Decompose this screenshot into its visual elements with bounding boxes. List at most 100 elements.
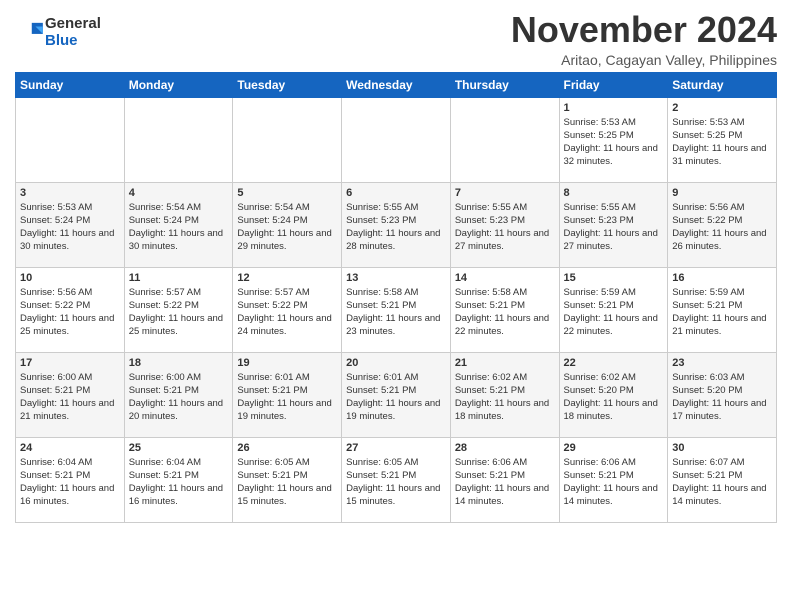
day-number: 6 xyxy=(346,187,446,199)
header-tuesday: Tuesday xyxy=(233,72,342,97)
calendar-cell: 20 Sunrise: 6:01 AMSunset: 5:21 PMDayligh… xyxy=(342,352,451,437)
day-number: 7 xyxy=(455,187,555,199)
calendar-cell: 10 Sunrise: 5:56 AMSunset: 5:22 PMDayligh… xyxy=(16,267,125,352)
cell-info: Sunrise: 5:55 AMSunset: 5:23 PMDaylight:… xyxy=(346,201,446,254)
logo-text: General Blue xyxy=(45,16,101,49)
calendar-cell xyxy=(124,97,233,182)
header-wednesday: Wednesday xyxy=(342,72,451,97)
day-number: 2 xyxy=(672,102,772,114)
header-saturday: Saturday xyxy=(668,72,777,97)
calendar-cell: 9Sunrise: 5:56 AMSunset: 5:22 PMDaylight… xyxy=(668,182,777,267)
day-number: 8 xyxy=(564,187,664,199)
logo: General Blue xyxy=(15,10,101,49)
day-number: 14 xyxy=(455,272,555,284)
day-number: 22 xyxy=(564,357,664,369)
week-row-5: 24 Sunrise: 6:04 AMSunset: 5:21 PMDayligh… xyxy=(16,437,777,522)
day-number: 18 xyxy=(129,357,229,369)
day-number: 19 xyxy=(237,357,337,369)
cell-info: Sunrise: 6:04 AMSunset: 5:21 PMDaylight:… xyxy=(129,456,229,509)
day-number: 27 xyxy=(346,442,446,454)
calendar-cell: 21Sunrise: 6:02 AMSunset: 5:21 PMDayligh… xyxy=(450,352,559,437)
day-number: 4 xyxy=(129,187,229,199)
calendar-cell: 13 Sunrise: 5:58 AMSunset: 5:21 PMDayligh… xyxy=(342,267,451,352)
calendar-cell: 11 Sunrise: 5:57 AMSunset: 5:22 PMDayligh… xyxy=(124,267,233,352)
day-number: 3 xyxy=(20,187,120,199)
day-number: 9 xyxy=(672,187,772,199)
calendar-cell: 8 Sunrise: 5:55 AMSunset: 5:23 PMDaylight… xyxy=(559,182,668,267)
header-thursday: Thursday xyxy=(450,72,559,97)
cell-info: Sunrise: 5:57 AMSunset: 5:22 PMDaylight:… xyxy=(237,286,337,339)
cell-info: Sunrise: 6:06 AMSunset: 5:21 PMDaylight:… xyxy=(455,456,555,509)
day-number: 12 xyxy=(237,272,337,284)
calendar-cell xyxy=(450,97,559,182)
cell-info: Sunrise: 5:58 AMSunset: 5:21 PMDaylight:… xyxy=(346,286,446,339)
calendar-cell: 25 Sunrise: 6:04 AMSunset: 5:21 PMDayligh… xyxy=(124,437,233,522)
calendar-cell: 29 Sunrise: 6:06 AMSunset: 5:21 PMDayligh… xyxy=(559,437,668,522)
day-number: 10 xyxy=(20,272,120,284)
day-number: 28 xyxy=(455,442,555,454)
calendar-cell: 2 Sunrise: 5:53 AMSunset: 5:25 PMDaylight… xyxy=(668,97,777,182)
day-number: 15 xyxy=(564,272,664,284)
cell-info: Sunrise: 5:55 AMSunset: 5:23 PMDaylight:… xyxy=(564,201,664,254)
week-row-1: 1Sunrise: 5:53 AMSunset: 5:25 PMDaylight… xyxy=(16,97,777,182)
calendar-cell: 27 Sunrise: 6:05 AMSunset: 5:21 PMDayligh… xyxy=(342,437,451,522)
calendar-cell: 15 Sunrise: 5:59 AMSunset: 5:21 PMDayligh… xyxy=(559,267,668,352)
calendar-cell: 7Sunrise: 5:55 AMSunset: 5:23 PMDaylight… xyxy=(450,182,559,267)
cell-info: Sunrise: 5:53 AMSunset: 5:25 PMDaylight:… xyxy=(672,116,772,169)
calendar-cell: 16 Sunrise: 5:59 AMSunset: 5:21 PMDayligh… xyxy=(668,267,777,352)
day-number: 5 xyxy=(237,187,337,199)
calendar-cell: 5Sunrise: 5:54 AMSunset: 5:24 PMDaylight… xyxy=(233,182,342,267)
cell-info: Sunrise: 6:00 AMSunset: 5:21 PMDaylight:… xyxy=(129,371,229,424)
day-number: 16 xyxy=(672,272,772,284)
subtitle: Aritao, Cagayan Valley, Philippines xyxy=(511,52,777,68)
header-row: SundayMondayTuesdayWednesdayThursdayFrid… xyxy=(16,72,777,97)
day-number: 26 xyxy=(237,442,337,454)
cell-info: Sunrise: 6:00 AMSunset: 5:21 PMDaylight:… xyxy=(20,371,120,424)
cell-info: Sunrise: 5:59 AMSunset: 5:21 PMDaylight:… xyxy=(672,286,772,339)
calendar-cell: 26 Sunrise: 6:05 AMSunset: 5:21 PMDayligh… xyxy=(233,437,342,522)
cell-info: Sunrise: 5:53 AMSunset: 5:24 PMDaylight:… xyxy=(20,201,120,254)
calendar-cell xyxy=(16,97,125,182)
day-number: 17 xyxy=(20,357,120,369)
cell-info: Sunrise: 5:56 AMSunset: 5:22 PMDaylight:… xyxy=(20,286,120,339)
calendar-cell: 22 Sunrise: 6:02 AMSunset: 5:20 PMDayligh… xyxy=(559,352,668,437)
calendar-cell: 17 Sunrise: 6:00 AMSunset: 5:21 PMDayligh… xyxy=(16,352,125,437)
cell-info: Sunrise: 6:05 AMSunset: 5:21 PMDaylight:… xyxy=(237,456,337,509)
header-sunday: Sunday xyxy=(16,72,125,97)
day-number: 20 xyxy=(346,357,446,369)
day-number: 25 xyxy=(129,442,229,454)
cell-info: Sunrise: 6:02 AMSunset: 5:21 PMDaylight:… xyxy=(455,371,555,424)
calendar-cell: 18 Sunrise: 6:00 AMSunset: 5:21 PMDayligh… xyxy=(124,352,233,437)
cell-info: Sunrise: 6:02 AMSunset: 5:20 PMDaylight:… xyxy=(564,371,664,424)
day-number: 30 xyxy=(672,442,772,454)
cell-info: Sunrise: 5:53 AMSunset: 5:25 PMDaylight:… xyxy=(564,116,664,169)
week-row-3: 10 Sunrise: 5:56 AMSunset: 5:22 PMDayligh… xyxy=(16,267,777,352)
calendar-table: SundayMondayTuesdayWednesdayThursdayFrid… xyxy=(15,72,777,523)
header-monday: Monday xyxy=(124,72,233,97)
logo-icon xyxy=(15,21,43,45)
day-number: 11 xyxy=(129,272,229,284)
day-number: 23 xyxy=(672,357,772,369)
week-row-4: 17 Sunrise: 6:00 AMSunset: 5:21 PMDayligh… xyxy=(16,352,777,437)
cell-info: Sunrise: 5:57 AMSunset: 5:22 PMDaylight:… xyxy=(129,286,229,339)
cell-info: Sunrise: 6:05 AMSunset: 5:21 PMDaylight:… xyxy=(346,456,446,509)
calendar-cell: 1Sunrise: 5:53 AMSunset: 5:25 PMDaylight… xyxy=(559,97,668,182)
header-friday: Friday xyxy=(559,72,668,97)
day-number: 24 xyxy=(20,442,120,454)
day-number: 13 xyxy=(346,272,446,284)
cell-info: Sunrise: 5:59 AMSunset: 5:21 PMDaylight:… xyxy=(564,286,664,339)
cell-info: Sunrise: 5:58 AMSunset: 5:21 PMDaylight:… xyxy=(455,286,555,339)
header: General Blue November 2024 Aritao, Cagay… xyxy=(15,10,777,68)
cell-info: Sunrise: 6:06 AMSunset: 5:21 PMDaylight:… xyxy=(564,456,664,509)
calendar-cell: 4 Sunrise: 5:54 AMSunset: 5:24 PMDaylight… xyxy=(124,182,233,267)
cell-info: Sunrise: 5:54 AMSunset: 5:24 PMDaylight:… xyxy=(129,201,229,254)
cell-info: Sunrise: 6:01 AMSunset: 5:21 PMDaylight:… xyxy=(237,371,337,424)
calendar-cell: 3 Sunrise: 5:53 AMSunset: 5:24 PMDaylight… xyxy=(16,182,125,267)
calendar-cell xyxy=(342,97,451,182)
calendar-cell: 12 Sunrise: 5:57 AMSunset: 5:22 PMDayligh… xyxy=(233,267,342,352)
cell-info: Sunrise: 6:01 AMSunset: 5:21 PMDaylight:… xyxy=(346,371,446,424)
calendar-cell: 14 Sunrise: 5:58 AMSunset: 5:21 PMDayligh… xyxy=(450,267,559,352)
day-number: 29 xyxy=(564,442,664,454)
cell-info: Sunrise: 6:07 AMSunset: 5:21 PMDaylight:… xyxy=(672,456,772,509)
calendar-cell: 6 Sunrise: 5:55 AMSunset: 5:23 PMDaylight… xyxy=(342,182,451,267)
